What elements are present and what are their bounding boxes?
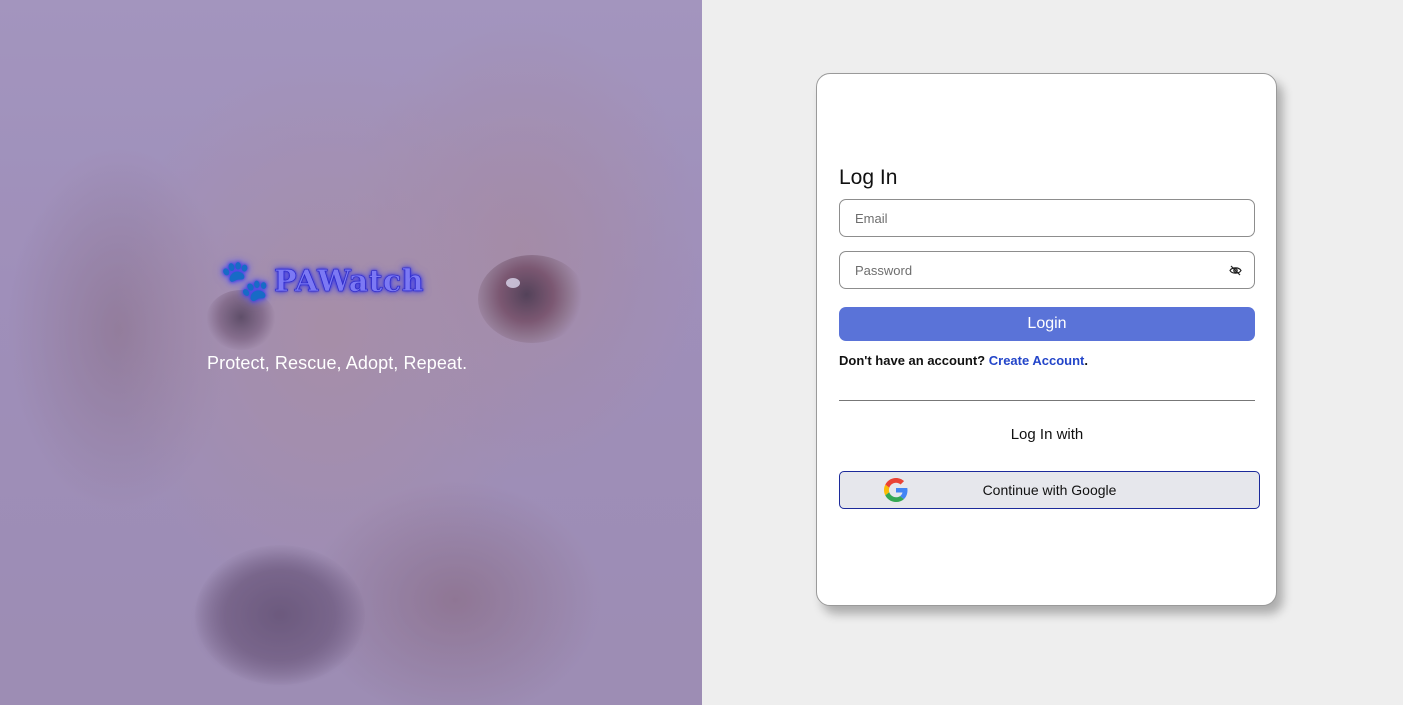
signup-prompt: Don't have an account? Create Account. bbox=[839, 353, 1088, 368]
signup-suffix: . bbox=[1084, 353, 1088, 368]
login-card: Log In Login Don't have an account? Crea… bbox=[816, 73, 1277, 606]
email-field[interactable] bbox=[839, 199, 1255, 237]
brand-tagline: Protect, Rescue, Adopt, Repeat. bbox=[207, 353, 468, 373]
brand-name: PAWatch bbox=[274, 263, 425, 299]
hero-panel: 🐾 PAWatch Protect, Rescue, Adopt, Repeat… bbox=[0, 0, 702, 705]
google-button-label: Continue with Google bbox=[982, 482, 1117, 498]
divider bbox=[839, 400, 1255, 401]
eye-slash-icon[interactable] bbox=[1228, 264, 1242, 276]
login-heading: Log In bbox=[839, 166, 898, 189]
password-field-wrapper bbox=[839, 251, 1255, 289]
google-login-button[interactable]: Continue with Google bbox=[839, 471, 1260, 509]
password-field[interactable] bbox=[839, 251, 1255, 289]
brand-logo: 🐾 PAWatch bbox=[220, 255, 424, 307]
signup-prompt-text: Don't have an account? bbox=[839, 353, 986, 368]
create-account-link[interactable]: Create Account bbox=[989, 353, 1085, 368]
paw-icon: 🐾 bbox=[220, 258, 270, 304]
login-button[interactable]: Login bbox=[839, 307, 1255, 341]
alt-login-heading: Log In with bbox=[1010, 426, 1084, 443]
